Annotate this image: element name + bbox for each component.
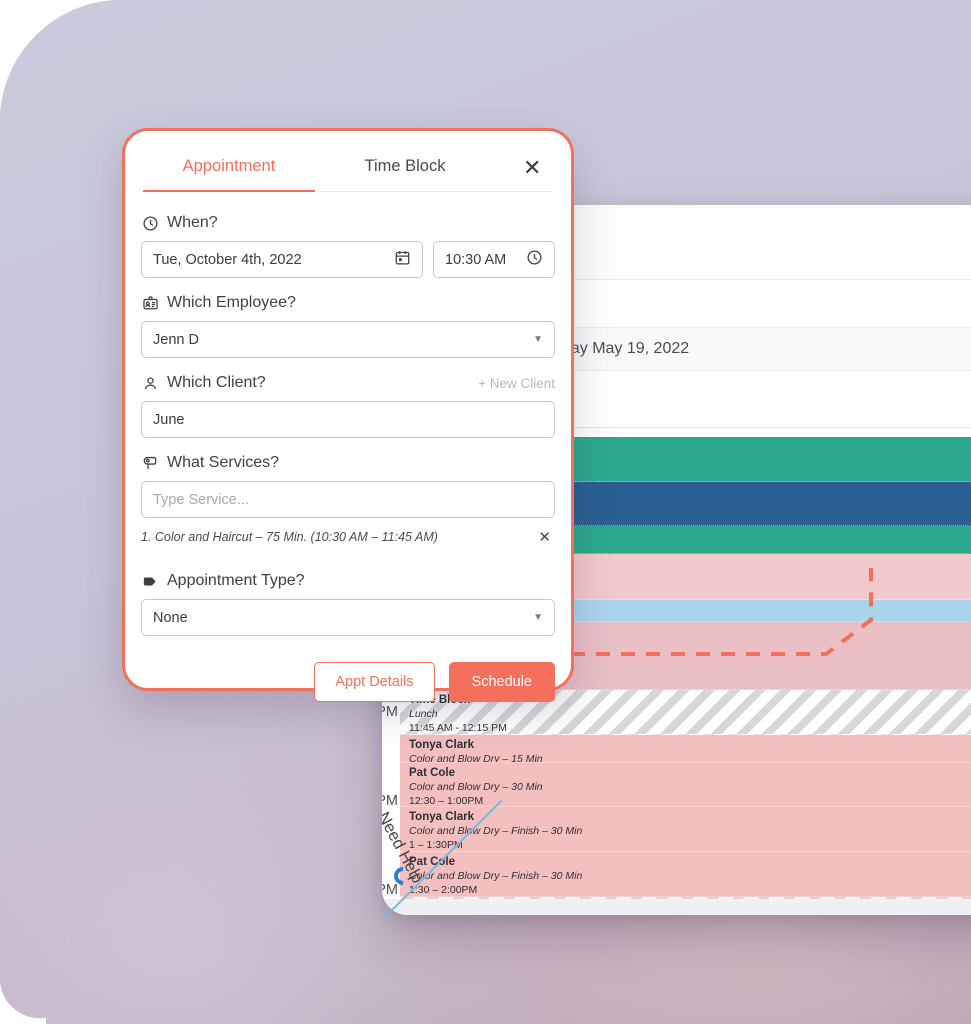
tab-appointment[interactable]: Appointment [143, 131, 315, 192]
services-label-row: What Services? [141, 454, 555, 472]
appointment-type-label-row: Appointment Type? [141, 572, 555, 590]
appointment-type-value: None [153, 609, 188, 626]
when-label-row: When? [141, 214, 555, 232]
employee-label: Which Employee? [167, 294, 296, 311]
chevron-down-icon[interactable]: ▼ [533, 334, 543, 345]
calendar-event[interactable]: Pat Cole Color and Blow Dry – 30 Min 12:… [400, 763, 971, 807]
event-time: 12:30 – 1:00PM [409, 795, 484, 807]
event-name: Tonya Clark [409, 739, 474, 751]
client-input[interactable]: June [141, 401, 555, 438]
tag-icon [141, 572, 159, 590]
event-time: 1 – 1:30PM [409, 839, 463, 851]
clock-icon[interactable] [526, 249, 543, 270]
chevron-down-icon[interactable]: ▼ [533, 612, 543, 623]
appointment-type-label: Appointment Type? [167, 572, 305, 589]
appointment-type-select[interactable]: None ▼ [141, 599, 555, 636]
id-badge-icon [141, 294, 159, 312]
service-input[interactable]: Type Service... [141, 481, 555, 518]
person-icon [141, 374, 159, 392]
modal-actions: Appt Details Schedule [125, 636, 571, 702]
event-service: Color and Blow Dry – 30 Min [409, 781, 543, 793]
client-value: June [153, 411, 185, 428]
clock-icon [141, 214, 159, 232]
employee-label-row: Which Employee? [141, 294, 555, 312]
client-label: Which Client? [167, 374, 266, 391]
calendar-event[interactable]: Pat Cole Color and Blow Dry – Finish – 3… [400, 852, 971, 897]
service-placeholder: Type Service... [153, 491, 249, 508]
event-time: 1:30 – 2:00PM [409, 884, 478, 896]
close-icon[interactable]: ✕ [523, 158, 545, 181]
calendar-event[interactable]: Tonya Clark Color and Blow Dry – 15 Min [400, 735, 971, 763]
modal-tabs: Appointment Time Block ✕ [125, 131, 571, 192]
event-name: Pat Cole [409, 767, 456, 779]
services-label: What Services? [167, 454, 280, 471]
hour-label-12pm: 12PM [382, 704, 398, 720]
remove-service-icon[interactable]: ✕ [538, 528, 551, 546]
calendar-event[interactable]: Tonya Clark Color and Blow Dry – Finish … [400, 807, 971, 852]
new-appointment-modal: Appointment Time Block ✕ When? Tue, Octo… [122, 128, 574, 702]
event-service: Color and Blow Dry – Finish – 30 Min [409, 825, 583, 837]
appt-details-button[interactable]: Appt Details [314, 662, 435, 702]
schedule-button[interactable]: Schedule [448, 662, 555, 702]
date-input[interactable]: Tue, October 4th, 2022 [141, 241, 423, 278]
selected-service-text: 1. Color and Haircut – 75 Min. (10:30 AM… [141, 530, 438, 544]
employee-value: Jenn D [153, 331, 199, 348]
selected-service-row: 1. Color and Haircut – 75 Min. (10:30 AM… [141, 528, 555, 546]
event-name: Tonya Clark [409, 811, 474, 823]
client-label-row: Which Client? + New Client [141, 374, 555, 392]
time-input[interactable]: 10:30 AM [433, 241, 555, 278]
page-corner-bottom-left [0, 978, 46, 1024]
tab-time-block[interactable]: Time Block [319, 131, 491, 192]
new-client-link[interactable]: + New Client [478, 376, 555, 391]
event-name: Pat Cole [409, 856, 456, 868]
hairdryer-icon [141, 454, 159, 472]
time-value: 10:30 AM [445, 251, 507, 268]
employee-select[interactable]: Jenn D ▼ [141, 321, 555, 358]
when-label: When? [167, 214, 218, 231]
when-inputs-row: Tue, October 4th, 2022 10:30 AM [141, 241, 555, 278]
hour-label-1pm: 1PM [382, 793, 398, 809]
event-time: 11:45 AM - 12:15 PM [409, 722, 507, 734]
event-service: Color and Blow Dry – Finish – 30 Min [409, 870, 583, 882]
client-label-group: Which Client? [141, 374, 266, 392]
hour-label-2pm: 2PM [382, 882, 398, 898]
calendar-icon[interactable] [394, 249, 411, 270]
event-service: Color and Blow Dry – 15 Min [409, 753, 543, 763]
event-service: Lunch [409, 708, 438, 720]
page-corner-top-left [0, 0, 130, 130]
date-value: Tue, October 4th, 2022 [153, 251, 302, 268]
app-horizontal-scrollbar[interactable] [382, 899, 971, 915]
